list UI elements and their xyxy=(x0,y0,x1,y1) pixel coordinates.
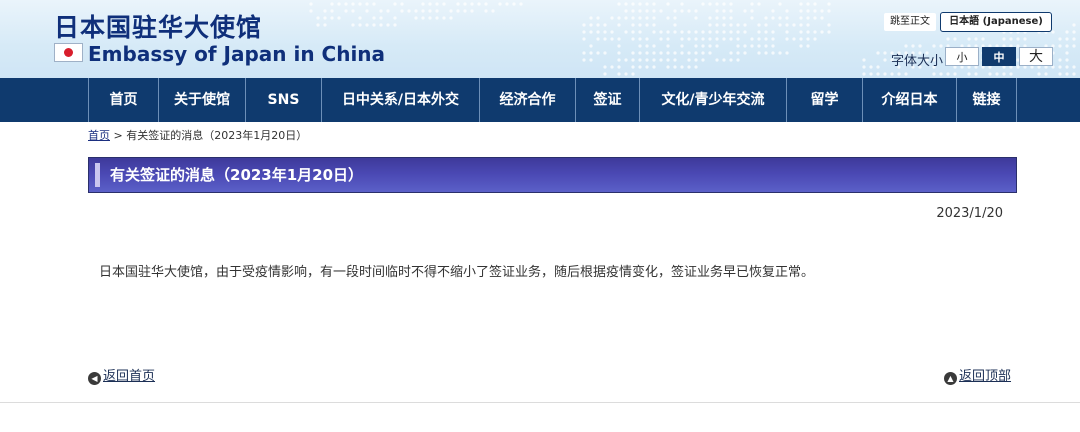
breadcrumb-home-link[interactable]: 首页 xyxy=(88,129,110,142)
font-size-small-button[interactable]: 小 xyxy=(945,47,979,66)
article-body: 日本国驻华大使馆，由于受疫情影响，有一段时间临时不得不缩小了签证业务，随后根据疫… xyxy=(99,265,815,280)
nav-item-japan-china-relations[interactable]: 日中关系/日本外交 xyxy=(321,78,479,122)
article-date: 2023/1/20 xyxy=(936,206,1003,221)
nav-list: 首页 关于使馆 SNS 日中关系/日本外交 经济合作 签证 文化/青少年交流 留… xyxy=(88,78,1017,122)
chevron-up-icon: ▲ xyxy=(944,372,957,385)
back-to-home-label: 返回首页 xyxy=(103,369,156,384)
breadcrumb: 首页 > 有关签证的消息（2023年1月20日） xyxy=(88,127,307,143)
nav-item-study-abroad[interactable]: 留学 xyxy=(786,78,862,122)
breadcrumb-separator: > xyxy=(113,129,123,142)
font-size-large-button[interactable]: 大 xyxy=(1019,47,1053,66)
page-title: 有关签证的消息（2023年1月20日） xyxy=(110,166,364,184)
skip-to-content-link[interactable]: 跳至正文 xyxy=(884,13,936,31)
font-size-medium-button[interactable]: 中 xyxy=(982,47,1016,66)
bottom-divider xyxy=(0,402,1080,403)
nav-item-introduce-japan[interactable]: 介绍日本 xyxy=(862,78,956,122)
breadcrumb-current: 有关签证的消息（2023年1月20日） xyxy=(126,129,308,142)
back-to-home-link[interactable]: ◀ 返回首页 xyxy=(88,365,155,385)
site-title-en[interactable]: Embassy of Japan in China xyxy=(88,42,385,66)
nav-item-links[interactable]: 链接 xyxy=(956,78,1017,122)
nav-item-about-embassy[interactable]: 关于使馆 xyxy=(158,78,245,122)
back-to-top-label: 返回顶部 xyxy=(959,369,1012,384)
nav-item-culture-youth-exchange[interactable]: 文化/青少年交流 xyxy=(639,78,786,122)
font-size-label: 字体大小 xyxy=(891,54,944,69)
back-to-top-link[interactable]: ▲ 返回顶部 xyxy=(944,365,1011,385)
japan-flag-icon xyxy=(54,43,83,62)
nav-item-economic-cooperation[interactable]: 经济合作 xyxy=(479,78,575,122)
site-header: 日本国驻华大使馆 Embassy of Japan in China 跳至正文 … xyxy=(0,0,1080,78)
chevron-left-icon: ◀ xyxy=(88,372,101,385)
main-nav: 首页 关于使馆 SNS 日中关系/日本外交 经济合作 签证 文化/青少年交流 留… xyxy=(0,78,1080,122)
japanese-language-button[interactable]: 日本語 (Japanese) xyxy=(940,12,1052,32)
site-title-cn[interactable]: 日本国驻华大使馆 xyxy=(54,8,262,44)
nav-item-sns[interactable]: SNS xyxy=(245,78,321,122)
nav-item-home[interactable]: 首页 xyxy=(88,78,158,122)
page-heading-bar: 有关签证的消息（2023年1月20日） xyxy=(88,157,1017,193)
nav-item-visa[interactable]: 签证 xyxy=(575,78,639,122)
heading-accent xyxy=(95,163,100,187)
